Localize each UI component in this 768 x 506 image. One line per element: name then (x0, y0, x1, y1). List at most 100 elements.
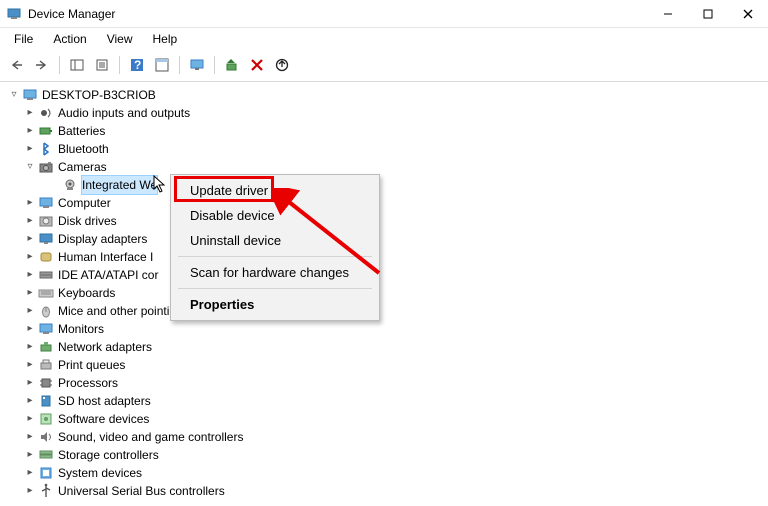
tree-item-label: Universal Serial Bus controllers (58, 482, 225, 500)
chevron-right-icon[interactable]: ▸ (24, 266, 36, 284)
webcam-icon (62, 177, 78, 193)
menu-update-driver[interactable]: Update driver (174, 178, 376, 203)
tree-item-label: Processors (58, 374, 118, 392)
tree-category[interactable]: ▸ SD host adapters (2, 392, 766, 410)
update-driver-toolbar-button[interactable] (271, 54, 293, 76)
tree-item-label: Software devices (58, 410, 149, 428)
menu-view[interactable]: View (99, 30, 141, 48)
tree-category[interactable]: ▸ Universal Serial Bus controllers (2, 482, 766, 500)
tree-category[interactable]: ▸ Computer (2, 194, 766, 212)
tree-category[interactable]: ▸ Monitors (2, 320, 766, 338)
tree-item-label: Computer (58, 194, 111, 212)
maximize-button[interactable] (688, 0, 728, 28)
bluetooth-icon (38, 141, 54, 157)
chevron-down-icon[interactable]: ▿ (8, 86, 20, 104)
chevron-right-icon[interactable]: ▸ (24, 464, 36, 482)
menu-help[interactable]: Help (145, 30, 186, 48)
tree-item-label: Disk drives (58, 212, 117, 230)
close-button[interactable] (728, 0, 768, 28)
monitor-icon (38, 321, 54, 337)
chevron-right-icon[interactable]: ▸ (24, 428, 36, 446)
tree-item-label: Human Interface I (58, 248, 153, 266)
chevron-right-icon[interactable]: ▸ (24, 140, 36, 158)
menu-action[interactable]: Action (45, 30, 94, 48)
monitor-toolbar-button[interactable] (186, 54, 208, 76)
menu-uninstall-device[interactable]: Uninstall device (174, 228, 376, 253)
scan-hardware-button[interactable] (221, 54, 243, 76)
mouse-icon (38, 303, 54, 319)
chevron-right-icon[interactable]: ▸ (24, 356, 36, 374)
chevron-right-icon[interactable]: ▸ (24, 410, 36, 428)
tree-category[interactable]: ▸IDE ATA/ATAPI cor (2, 266, 766, 284)
chevron-right-icon[interactable]: ▸ (24, 374, 36, 392)
tree-category[interactable]: ▸ Processors (2, 374, 766, 392)
tree-category[interactable]: ▸ Software devices (2, 410, 766, 428)
tree-category[interactable]: ▸ Disk drives (2, 212, 766, 230)
storage-icon (38, 447, 54, 463)
tree-category[interactable]: ▸ Human Interface I (2, 248, 766, 266)
titlebar: Device Manager (0, 0, 768, 28)
help-topics-button[interactable] (151, 54, 173, 76)
chevron-right-icon[interactable]: ▸ (24, 104, 36, 122)
tree-category[interactable]: ▿ Cameras (2, 158, 766, 176)
properties-toolbar-button[interactable] (91, 54, 113, 76)
tree-category[interactable]: ▸Mice and other pointing devices (2, 302, 766, 320)
device-tree[interactable]: ▿ DESKTOP-B3CRIOB ▸ Audio inputs and outp… (0, 82, 768, 504)
hid-icon (38, 249, 54, 265)
camera-icon (38, 159, 54, 175)
menu-disable-device[interactable]: Disable device (174, 203, 376, 228)
back-button[interactable] (6, 54, 28, 76)
chevron-right-icon[interactable]: ▸ (24, 302, 36, 320)
tree-item-label: Keyboards (58, 284, 115, 302)
tree-category[interactable]: ▸ Batteries (2, 122, 766, 140)
tree-category[interactable]: ▸System devices (2, 464, 766, 482)
chevron-right-icon[interactable]: ▸ (24, 194, 36, 212)
tree-category[interactable]: ▸ Keyboards (2, 284, 766, 302)
tree-category[interactable]: ▸ Display adapters (2, 230, 766, 248)
tree-root-label: DESKTOP-B3CRIOB (42, 86, 156, 104)
tree-category[interactable]: ▸Print queues (2, 356, 766, 374)
tree-item-label: Batteries (58, 122, 105, 140)
tree-item-label: Network adapters (58, 338, 152, 356)
menu-separator (178, 256, 372, 257)
tree-category[interactable]: ▸ Storage controllers (2, 446, 766, 464)
uninstall-toolbar-button[interactable] (246, 54, 268, 76)
chevron-right-icon[interactable]: ▸ (24, 212, 36, 230)
menu-file[interactable]: File (6, 30, 41, 48)
chevron-right-icon[interactable]: ▸ (24, 230, 36, 248)
chevron-right-icon[interactable]: ▸ (24, 482, 36, 500)
menu-properties[interactable]: Properties (174, 292, 376, 317)
tree-item-label: Storage controllers (58, 446, 159, 464)
chevron-right-icon[interactable]: ▸ (24, 122, 36, 140)
tree-item-label: Integrated We (82, 176, 157, 194)
chevron-right-icon[interactable]: ▸ (24, 284, 36, 302)
tree-item-label: Cameras (58, 158, 107, 176)
network-icon (38, 339, 54, 355)
tree-category[interactable]: ▸ Bluetooth (2, 140, 766, 158)
show-hide-console-button[interactable] (66, 54, 88, 76)
tree-child-item[interactable]: Integrated We (2, 176, 766, 194)
audio-icon (38, 105, 54, 121)
forward-button[interactable] (31, 54, 53, 76)
tree-category[interactable]: ▸Sound, video and game controllers (2, 428, 766, 446)
menu-scan-hardware[interactable]: Scan for hardware changes (174, 260, 376, 285)
window-title: Device Manager (28, 7, 648, 21)
tree-item-label: Audio inputs and outputs (58, 104, 190, 122)
chevron-right-icon[interactable]: ▸ (24, 248, 36, 266)
tree-item-label: Display adapters (58, 230, 147, 248)
chevron-right-icon[interactable]: ▸ (24, 320, 36, 338)
chevron-right-icon[interactable]: ▸ (24, 392, 36, 410)
tree-item-label: Bluetooth (58, 140, 109, 158)
tree-category[interactable]: ▸ Network adapters (2, 338, 766, 356)
chevron-right-icon[interactable]: ▸ (24, 338, 36, 356)
help-toolbar-button[interactable]: ? (126, 54, 148, 76)
tree-item-label: Monitors (58, 320, 104, 338)
chevron-down-icon[interactable]: ▿ (24, 158, 36, 176)
display-icon (38, 231, 54, 247)
chevron-right-icon[interactable]: ▸ (24, 446, 36, 464)
tree-item-label: SD host adapters (58, 392, 151, 410)
tree-root[interactable]: ▿ DESKTOP-B3CRIOB (2, 86, 766, 104)
cpu-icon (38, 375, 54, 391)
tree-category[interactable]: ▸ Audio inputs and outputs (2, 104, 766, 122)
minimize-button[interactable] (648, 0, 688, 28)
